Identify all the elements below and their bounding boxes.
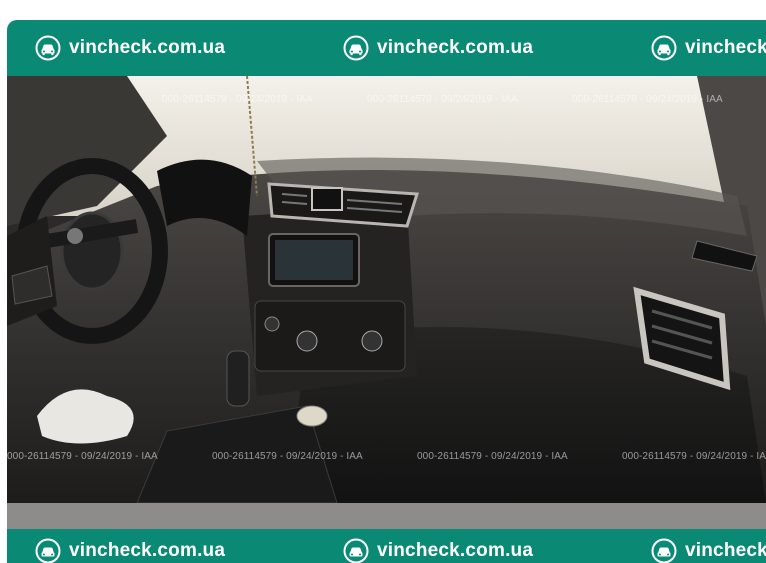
photo-watermark-row: 000-26114579 - 09/24/2019 - IAA 000-2611… — [7, 94, 766, 105]
brand-logo: vincheck.com.ua — [315, 35, 623, 61]
photo-watermark: 000-26114579 - 09/24/2019 - IAA — [7, 451, 158, 462]
brand-site-text: vincheck.com.ua — [685, 540, 766, 561]
brand-site-text: vincheck.com.ua — [69, 540, 226, 561]
car-front-icon — [343, 35, 369, 61]
brand-logo: vincheck.com.ua — [623, 35, 766, 61]
brand-site-text: vincheck.com.ua — [685, 37, 766, 58]
car-front-icon — [651, 35, 677, 61]
photo-watermark: 000-26114579 - 09/24/2019 - IAA — [572, 94, 723, 105]
photo-bottom-strip — [7, 503, 766, 529]
brand-banner-bottom: vincheck.com.ua vincheck.com.ua vincheck… — [7, 529, 766, 563]
brand-logo: vincheck.com.ua — [7, 529, 315, 563]
car-front-icon — [651, 538, 677, 563]
brand-logo: vincheck.com.ua — [7, 35, 315, 61]
photo-watermark-row: 000-26114579 - 09/24/2019 - IAA 000-2611… — [7, 451, 766, 462]
photo-watermark: 000-26114579 - 09/24/2019 - IAA — [367, 94, 518, 105]
brand-site-text: vincheck.com.ua — [69, 37, 226, 58]
photo-watermark: 000-26114579 - 09/24/2019 - IAA — [417, 451, 568, 462]
photo-watermark: 000-26114579 - 09/24/2019 - IAA — [212, 451, 363, 462]
brand-logo: vincheck.com.ua — [315, 529, 623, 563]
car-interior-photo[interactable]: 000-26114579 - 09/24/2019 - IAA 000-2611… — [7, 76, 766, 503]
photo-watermark: 000-26114579 - 09/24/2019 - IAA — [162, 94, 313, 105]
car-front-icon — [35, 35, 61, 61]
car-front-icon — [35, 538, 61, 563]
listing-photo-card[interactable]: vincheck.com.ua vincheck.com.ua vincheck… — [7, 20, 766, 563]
car-interior-illustration — [7, 76, 766, 503]
brand-site-text: vincheck.com.ua — [377, 37, 534, 58]
brand-banner-top: vincheck.com.ua vincheck.com.ua vincheck — [7, 20, 766, 76]
car-front-icon — [343, 538, 369, 563]
brand-site-text: vincheck.com.ua — [377, 540, 534, 561]
photo-watermark: 000-26114579 - 09/24/2019 - IAA — [622, 451, 766, 462]
brand-logo: vincheck.com.ua — [623, 529, 766, 563]
